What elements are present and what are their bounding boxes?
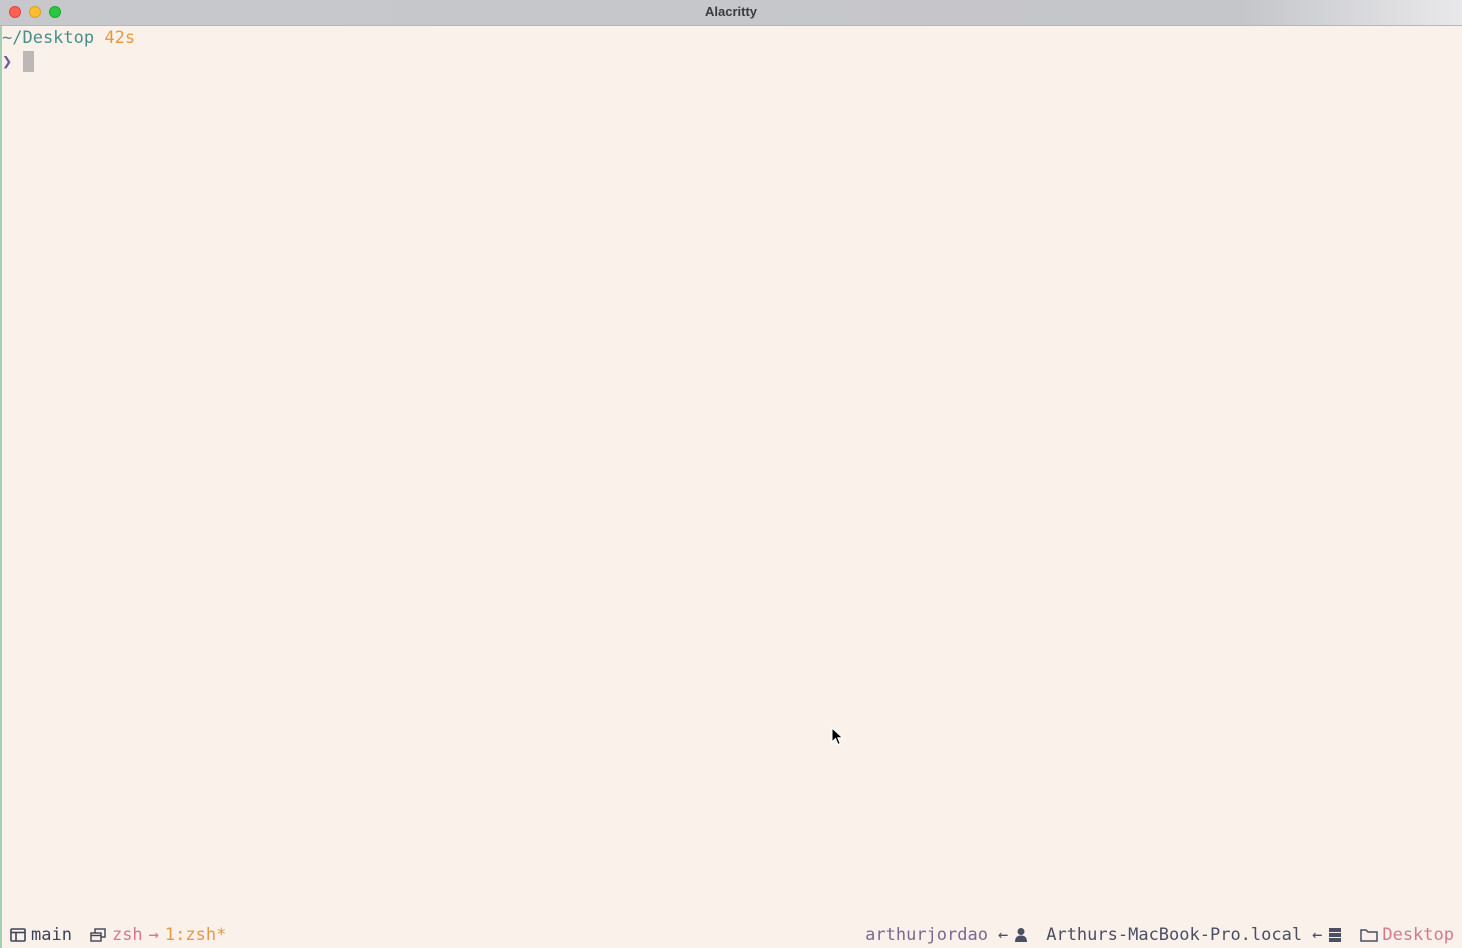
prompt-path: ~/Desktop (2, 28, 95, 48)
arrow-left-icon: ← (997, 925, 1009, 945)
title-bar[interactable]: Alacritty (0, 0, 1462, 26)
status-right: arthurjordao ← Arthurs-MacBook-Pro.local… (865, 922, 1454, 948)
window-icon (10, 928, 26, 942)
windows-stack-icon (90, 928, 106, 942)
prompt-duration: 42s (104, 28, 136, 48)
arrow-left-icon: ← (1312, 925, 1323, 945)
window-index[interactable]: 1:zsh* (165, 922, 226, 948)
prompt-info-line: ~/Desktop 42s (2, 26, 135, 50)
folder-icon (1360, 929, 1379, 942)
terminal-output[interactable]: ~/Desktop 42s ❯ (2, 26, 1462, 948)
mouse-pointer-icon (831, 727, 844, 746)
text-cursor (23, 51, 34, 72)
user-icon (1015, 928, 1028, 942)
terminal-window: Alacritty ~/Desktop 42s ❯ main zsh → 1:z… (0, 0, 1462, 948)
host-name: Arthurs-MacBook-Pro.local (1046, 925, 1303, 945)
current-directory: Desktop (1382, 925, 1454, 945)
prompt-symbol: ❯ (2, 52, 13, 72)
session-name: main (31, 925, 72, 945)
arrow-right-icon: → (148, 925, 159, 945)
server-icon (1329, 928, 1342, 942)
user-name: arthurjordao (865, 925, 988, 945)
window-name[interactable]: zsh (112, 922, 143, 948)
tmux-status-bar: main zsh → 1:zsh* arthurjordao ← Arthurs… (0, 922, 1462, 948)
window-title: Alacritty (704, 4, 758, 19)
status-left: main zsh → 1:zsh* (10, 922, 226, 948)
